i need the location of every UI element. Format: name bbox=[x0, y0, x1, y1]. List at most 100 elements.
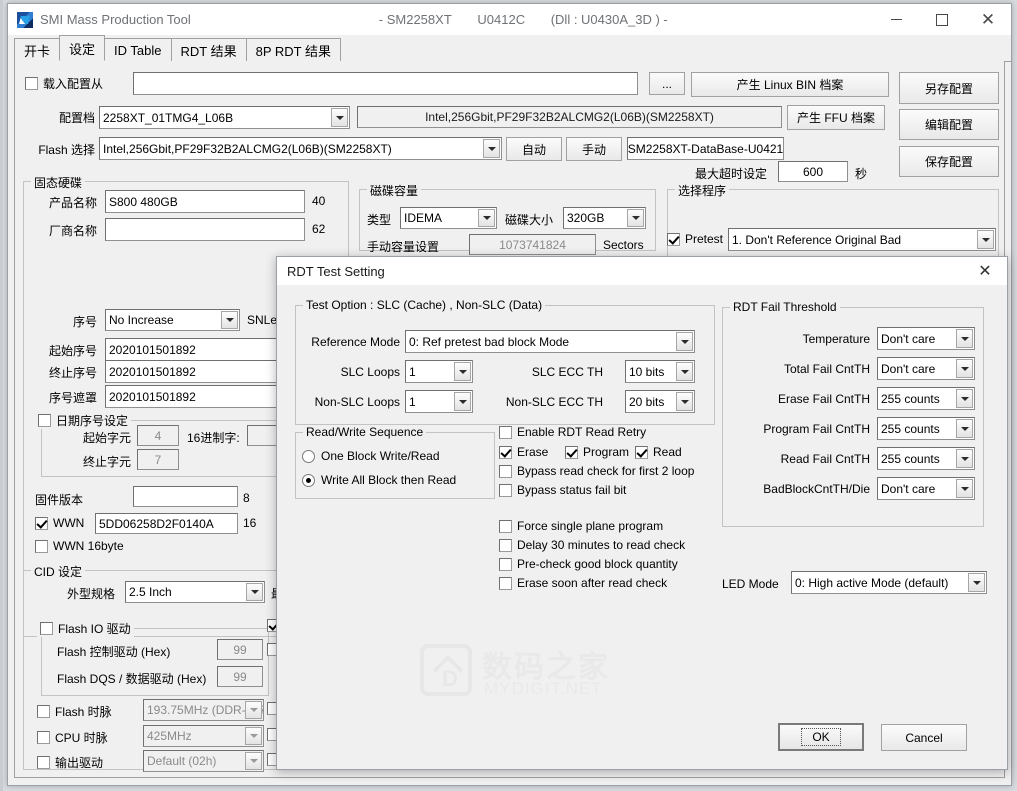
checkbox-program[interactable]: Program bbox=[565, 445, 629, 459]
checkbox-delay-30-minutes-to-read-check[interactable]: Delay 30 minutes to read check bbox=[499, 538, 685, 552]
flash-clock-combo[interactable]: 193.75MHz (DDR-387 bbox=[143, 699, 264, 721]
badblock-cnt-combo[interactable]: Don't care bbox=[877, 477, 975, 500]
radio-one-block-write-read[interactable]: One Block Write/Read bbox=[302, 449, 440, 463]
led-mode-combo[interactable]: 0: High active Mode (default) bbox=[791, 571, 987, 594]
flash-dqs-drive-input[interactable]: 99 bbox=[217, 666, 263, 687]
chevron-down-icon[interactable] bbox=[245, 701, 262, 719]
timeout-input[interactable]: 600 bbox=[778, 161, 848, 182]
cpu-clock-checkbox[interactable]: CPU 时脉 bbox=[37, 729, 108, 746]
chevron-down-icon[interactable] bbox=[956, 479, 973, 498]
chevron-down-icon[interactable] bbox=[977, 230, 994, 249]
chevron-down-icon[interactable] bbox=[245, 752, 262, 770]
start-char-input[interactable]: 4 bbox=[137, 425, 179, 446]
end-serial-input[interactable]: 2020101501892 bbox=[105, 360, 305, 383]
checkbox-box bbox=[40, 622, 53, 635]
temperature-combo[interactable]: Don't care bbox=[877, 327, 975, 350]
pretest-combo[interactable]: 1. Don't Reference Original Bad bbox=[728, 228, 996, 251]
flash-io-checkbox[interactable]: Flash IO 驱动 bbox=[37, 620, 134, 637]
date-serial-checkbox[interactable]: 日期序号设定 bbox=[35, 412, 132, 429]
output-drive-combo[interactable]: Default (02h) bbox=[143, 750, 264, 772]
tab-settings[interactable]: 设定 bbox=[59, 35, 106, 61]
nonslc-loops-combo[interactable]: 1 bbox=[405, 390, 473, 413]
nonslc-ecc-th-combo[interactable]: 20 bits bbox=[625, 390, 695, 413]
reference-mode-combo[interactable]: 0: Ref pretest bad block Mode bbox=[405, 330, 695, 353]
start-serial-input[interactable]: 2020101501892 bbox=[105, 338, 305, 361]
checkbox-read[interactable]: Read bbox=[635, 445, 682, 459]
profile-combo[interactable]: 2258XT_01TMG4_L06B bbox=[99, 106, 350, 129]
chevron-down-icon[interactable] bbox=[246, 583, 263, 601]
load-config-path-input[interactable] bbox=[133, 72, 638, 95]
chevron-down-icon[interactable] bbox=[478, 209, 495, 227]
chevron-down-icon[interactable] bbox=[627, 209, 644, 227]
manual-button[interactable]: 手动 bbox=[566, 137, 622, 161]
read-fail-cnt-combo[interactable]: 255 counts bbox=[877, 447, 975, 470]
radio-write-all-block-then-read[interactable]: Write All Block then Read bbox=[302, 473, 456, 487]
minimize-button[interactable] bbox=[873, 4, 919, 35]
browse-button[interactable]: ... bbox=[649, 72, 685, 95]
erase-fail-cnt-combo[interactable]: 255 counts bbox=[877, 387, 975, 410]
checkbox-label: Enable RDT Read Retry bbox=[517, 425, 647, 439]
checkbox-pre-check-good-block-quantity[interactable]: Pre-check good block quantity bbox=[499, 557, 678, 571]
vendor-name-input[interactable] bbox=[105, 218, 305, 241]
chevron-down-icon[interactable] bbox=[968, 573, 985, 592]
checkbox-enable-rdt-read-retry[interactable]: Enable RDT Read Retry bbox=[499, 425, 646, 439]
firmware-version-input[interactable] bbox=[133, 486, 238, 507]
cpu-clock-combo[interactable]: 425MHz bbox=[143, 725, 264, 747]
chevron-down-icon[interactable] bbox=[676, 332, 693, 351]
serial-mode-combo[interactable]: No Increase bbox=[105, 309, 240, 331]
tab-rdt-result[interactable]: RDT 结果 bbox=[170, 38, 247, 61]
generate-linux-bin-button[interactable]: 产生 Linux BIN 档案 bbox=[691, 72, 889, 97]
output-drive-checkbox[interactable]: 输出驱动 bbox=[37, 754, 103, 771]
form-factor-combo[interactable]: 2.5 Inch bbox=[125, 581, 265, 603]
save-as-config-button[interactable]: 另存配置 bbox=[899, 72, 999, 104]
checkbox-erase-soon-after-read-check[interactable]: Erase soon after read check bbox=[499, 576, 667, 590]
chevron-down-icon[interactable] bbox=[676, 362, 693, 381]
checkbox-erase[interactable]: Erase bbox=[499, 445, 548, 459]
chevron-down-icon[interactable] bbox=[331, 108, 348, 127]
close-icon[interactable]: ✕ bbox=[965, 4, 1011, 35]
serial-mask-input[interactable]: 2020101501892 bbox=[105, 385, 305, 408]
chevron-down-icon[interactable] bbox=[676, 392, 693, 411]
edit-config-button[interactable]: 编辑配置 bbox=[899, 109, 999, 140]
ok-button[interactable]: OK bbox=[778, 723, 864, 751]
chevron-down-icon[interactable] bbox=[956, 359, 973, 378]
close-icon[interactable]: ✕ bbox=[963, 257, 1007, 285]
chevron-down-icon[interactable] bbox=[245, 727, 262, 745]
flash-ctrl-drive-input[interactable]: 99 bbox=[217, 639, 263, 660]
chevron-down-icon[interactable] bbox=[454, 362, 471, 381]
chevron-down-icon[interactable] bbox=[956, 419, 973, 438]
disk-size-combo[interactable]: 320GB bbox=[563, 207, 646, 229]
program-fail-cnt-combo[interactable]: 255 counts bbox=[877, 417, 975, 440]
chevron-down-icon[interactable] bbox=[956, 449, 973, 468]
wwn-input[interactable]: 5DD06258D2F0140A bbox=[95, 513, 238, 534]
chevron-down-icon[interactable] bbox=[956, 389, 973, 408]
capacity-type-combo[interactable]: IDEMA bbox=[400, 207, 497, 229]
total-fail-cnt-combo[interactable]: Don't care bbox=[877, 357, 975, 380]
slc-loops-combo[interactable]: 1 bbox=[405, 360, 473, 383]
auto-button[interactable]: 自动 bbox=[506, 137, 562, 161]
checkbox-force-single-plane-program[interactable]: Force single plane program bbox=[499, 519, 663, 533]
manual-capacity-input[interactable]: 1073741824 bbox=[469, 234, 596, 255]
pretest-checkbox[interactable]: Pretest bbox=[667, 232, 723, 246]
chevron-down-icon[interactable] bbox=[221, 311, 238, 329]
end-char-input[interactable]: 7 bbox=[137, 449, 179, 470]
maximize-button[interactable] bbox=[919, 4, 965, 35]
tab-8p-rdt-result[interactable]: 8P RDT 结果 bbox=[245, 38, 341, 61]
wwn-16byte-checkbox[interactable]: WWN 16byte bbox=[35, 539, 124, 553]
flash-select-combo[interactable]: Intel,256Gbit,PF29F32B2ALCMG2(L06B)(SM22… bbox=[99, 137, 502, 160]
slc-ecc-th-combo[interactable]: 10 bits bbox=[625, 360, 695, 383]
generate-ffu-button[interactable]: 产生 FFU 档案 bbox=[787, 105, 885, 130]
chevron-down-icon[interactable] bbox=[483, 139, 500, 158]
save-config-button[interactable]: 保存配置 bbox=[899, 146, 999, 177]
tab-id-table[interactable]: ID Table bbox=[104, 38, 172, 61]
tab-open-card[interactable]: 开卡 bbox=[14, 38, 61, 61]
wwn-checkbox[interactable]: WWN bbox=[35, 516, 84, 530]
chevron-down-icon[interactable] bbox=[454, 392, 471, 411]
chevron-down-icon[interactable] bbox=[956, 329, 973, 348]
checkbox-bypass-read-check-first-2-loop[interactable]: Bypass read check for first 2 loop bbox=[499, 464, 694, 478]
cancel-button[interactable]: Cancel bbox=[881, 724, 967, 751]
checkbox-bypass-status-fail-bit[interactable]: Bypass status fail bit bbox=[499, 483, 626, 497]
product-name-input[interactable]: S800 480GB bbox=[105, 190, 305, 213]
load-config-checkbox[interactable]: 载入配置从 bbox=[25, 75, 103, 92]
flash-clock-checkbox[interactable]: Flash 时脉 bbox=[37, 703, 112, 720]
